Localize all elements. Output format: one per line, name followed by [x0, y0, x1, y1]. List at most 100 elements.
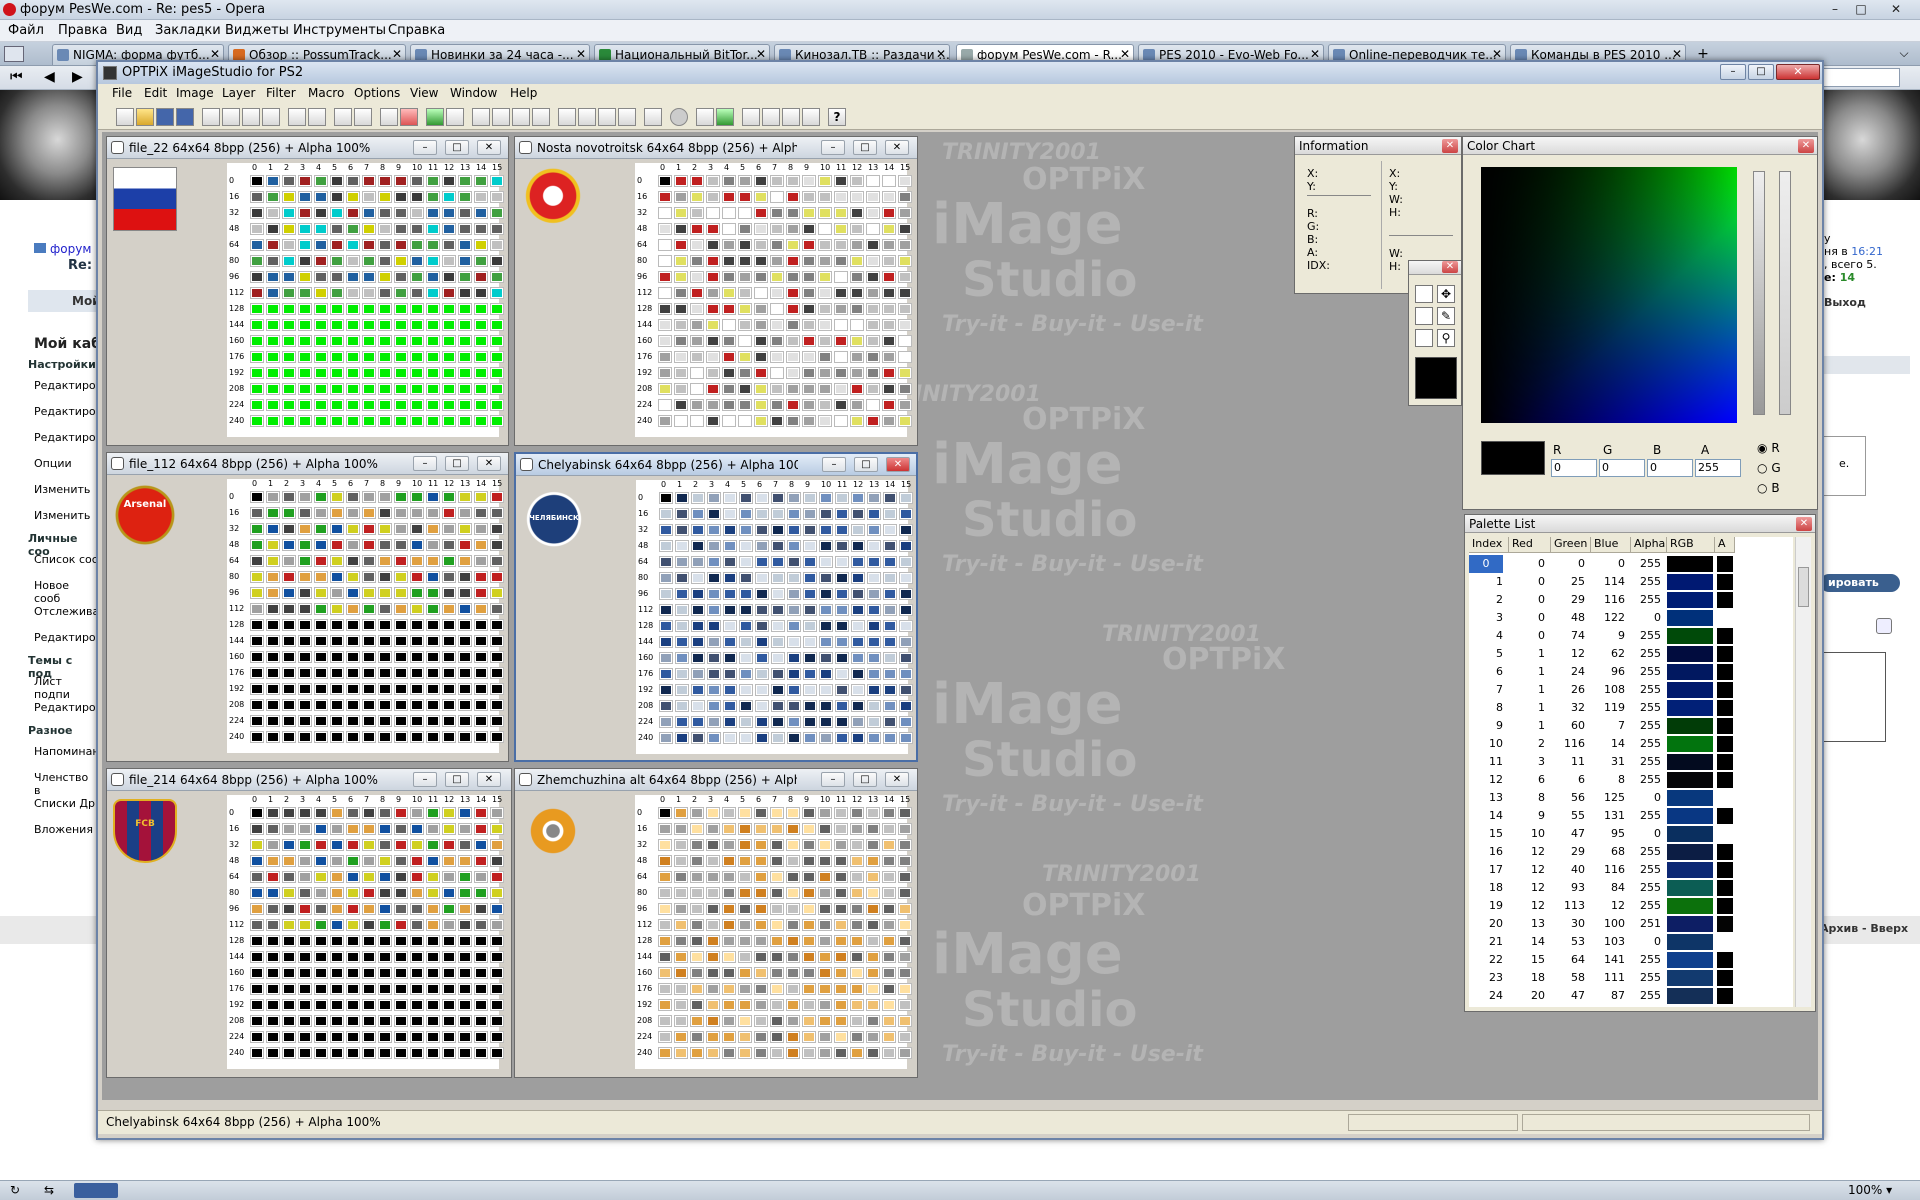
palette-swatch[interactable] — [474, 287, 488, 299]
palette-swatch[interactable] — [754, 951, 768, 963]
palette-list-row[interactable]: 13 8 56 125 0 — [1469, 789, 1733, 807]
palette-swatch[interactable] — [754, 367, 768, 379]
palette-swatch[interactable] — [410, 255, 424, 267]
palette-swatch[interactable] — [474, 571, 488, 583]
palette-swatch[interactable] — [266, 935, 280, 947]
palette-swatch[interactable] — [674, 1031, 688, 1043]
palette-swatch[interactable] — [898, 335, 912, 347]
palette-swatch[interactable] — [706, 191, 720, 203]
palette-swatch[interactable] — [250, 967, 264, 979]
palette-swatch[interactable] — [458, 523, 472, 535]
palette-swatch[interactable] — [899, 492, 913, 504]
palette-swatch[interactable] — [442, 287, 456, 299]
palette-swatch[interactable] — [282, 1031, 296, 1043]
palette-swatch[interactable] — [722, 207, 736, 219]
palette-swatch[interactable] — [298, 175, 312, 187]
delete-grid-icon[interactable] — [400, 108, 418, 126]
palette-swatch[interactable] — [298, 539, 312, 551]
image-window-title-bar[interactable]: file_22 64x64 8bpp (256) + Alpha 100% – … — [107, 137, 508, 159]
palette-swatch[interactable] — [426, 635, 440, 647]
palette-swatch[interactable] — [851, 636, 865, 648]
palette-swatch[interactable] — [803, 652, 817, 664]
palette-swatch[interactable] — [394, 415, 408, 427]
palette-swatch[interactable] — [266, 207, 280, 219]
palette-swatch[interactable] — [394, 683, 408, 695]
palette-swatch[interactable] — [706, 919, 720, 931]
palette-swatch[interactable] — [490, 1015, 504, 1027]
palette-swatch[interactable] — [250, 415, 264, 427]
view-toggle-icon[interactable] — [74, 1183, 118, 1198]
palette-swatch[interactable] — [490, 951, 504, 963]
palette-swatch[interactable] — [474, 839, 488, 851]
palette-swatch[interactable] — [723, 636, 737, 648]
palette-swatch[interactable] — [266, 415, 280, 427]
palette-swatch[interactable] — [834, 855, 848, 867]
palette-swatch[interactable] — [851, 700, 865, 712]
palette-swatch[interactable] — [266, 951, 280, 963]
palette-swatch[interactable] — [786, 1047, 800, 1059]
palette-swatch[interactable] — [426, 271, 440, 283]
palette-swatch[interactable] — [426, 903, 440, 915]
palette-swatch[interactable] — [362, 635, 376, 647]
palette-swatch[interactable] — [490, 999, 504, 1011]
sidebar-item[interactable]: Новое сооб — [34, 579, 98, 605]
palette-swatch[interactable] — [394, 491, 408, 503]
palette-swatch[interactable] — [442, 635, 456, 647]
palette-swatch[interactable] — [490, 271, 504, 283]
app-menu-layer[interactable]: Layer — [222, 86, 255, 100]
breadcrumb-link[interactable]: форум P — [50, 242, 102, 256]
palette-swatch[interactable] — [394, 903, 408, 915]
palette-swatch[interactable] — [738, 1031, 752, 1043]
palette-swatch[interactable] — [738, 839, 752, 851]
palette-swatch[interactable] — [834, 1031, 848, 1043]
palette-swatch[interactable] — [770, 271, 784, 283]
palette-swatch[interactable] — [834, 807, 848, 819]
palette-swatch[interactable] — [819, 588, 833, 600]
palette-swatch[interactable] — [867, 716, 881, 728]
palette-swatch[interactable] — [474, 271, 488, 283]
palette-swatch[interactable] — [675, 620, 689, 632]
palette-swatch[interactable] — [850, 415, 864, 427]
palette-swatch[interactable] — [883, 556, 897, 568]
palette-swatch[interactable] — [850, 839, 864, 851]
palette-swatch[interactable] — [658, 303, 672, 315]
palette-swatch[interactable] — [362, 507, 376, 519]
palette-swatch[interactable] — [346, 699, 360, 711]
palette-swatch[interactable] — [458, 731, 472, 743]
palette-swatch[interactable] — [346, 667, 360, 679]
palette-swatch[interactable] — [458, 999, 472, 1011]
palette-swatch[interactable] — [458, 1047, 472, 1059]
palette-swatch[interactable] — [818, 839, 832, 851]
palette-swatch[interactable] — [866, 935, 880, 947]
tab-close-icon[interactable]: ✕ — [1492, 47, 1502, 61]
palette-swatch[interactable] — [314, 415, 328, 427]
palette-swatch[interactable] — [250, 731, 264, 743]
palette-swatch[interactable] — [851, 588, 865, 600]
palette-swatch[interactable] — [722, 919, 736, 931]
palette-swatch[interactable] — [882, 239, 896, 251]
image-window[interactable]: file_112 64x64 8bpp (256) + Alpha 100% –… — [106, 452, 509, 762]
palette-swatch[interactable] — [754, 223, 768, 235]
sidebar-item[interactable]: Редактиро — [34, 631, 96, 644]
palette-swatch[interactable] — [314, 871, 328, 883]
palette-swatch[interactable] — [770, 807, 784, 819]
palette-list-row[interactable]: 1 0 25 114 255 — [1469, 573, 1733, 591]
palette-swatch[interactable] — [410, 303, 424, 315]
palette-swatch[interactable] — [362, 855, 376, 867]
palette-swatch[interactable] — [771, 540, 785, 552]
alpha-icon[interactable] — [802, 108, 820, 126]
sidebar-item[interactable]: Список сос — [34, 553, 98, 566]
palette-swatch[interactable] — [266, 351, 280, 363]
palette-swatch[interactable] — [362, 335, 376, 347]
palette-swatch[interactable] — [282, 683, 296, 695]
palette-swatch[interactable] — [755, 588, 769, 600]
palette-swatch[interactable] — [802, 303, 816, 315]
palette-swatch[interactable] — [346, 191, 360, 203]
palette-swatch[interactable] — [690, 207, 704, 219]
image-window-close-button[interactable]: ✕ — [477, 456, 501, 471]
palette-swatch[interactable] — [346, 271, 360, 283]
palette-swatch[interactable] — [282, 271, 296, 283]
palette-swatch[interactable] — [490, 807, 504, 819]
palette-swatch[interactable] — [266, 651, 280, 663]
palette-swatch[interactable] — [787, 540, 801, 552]
